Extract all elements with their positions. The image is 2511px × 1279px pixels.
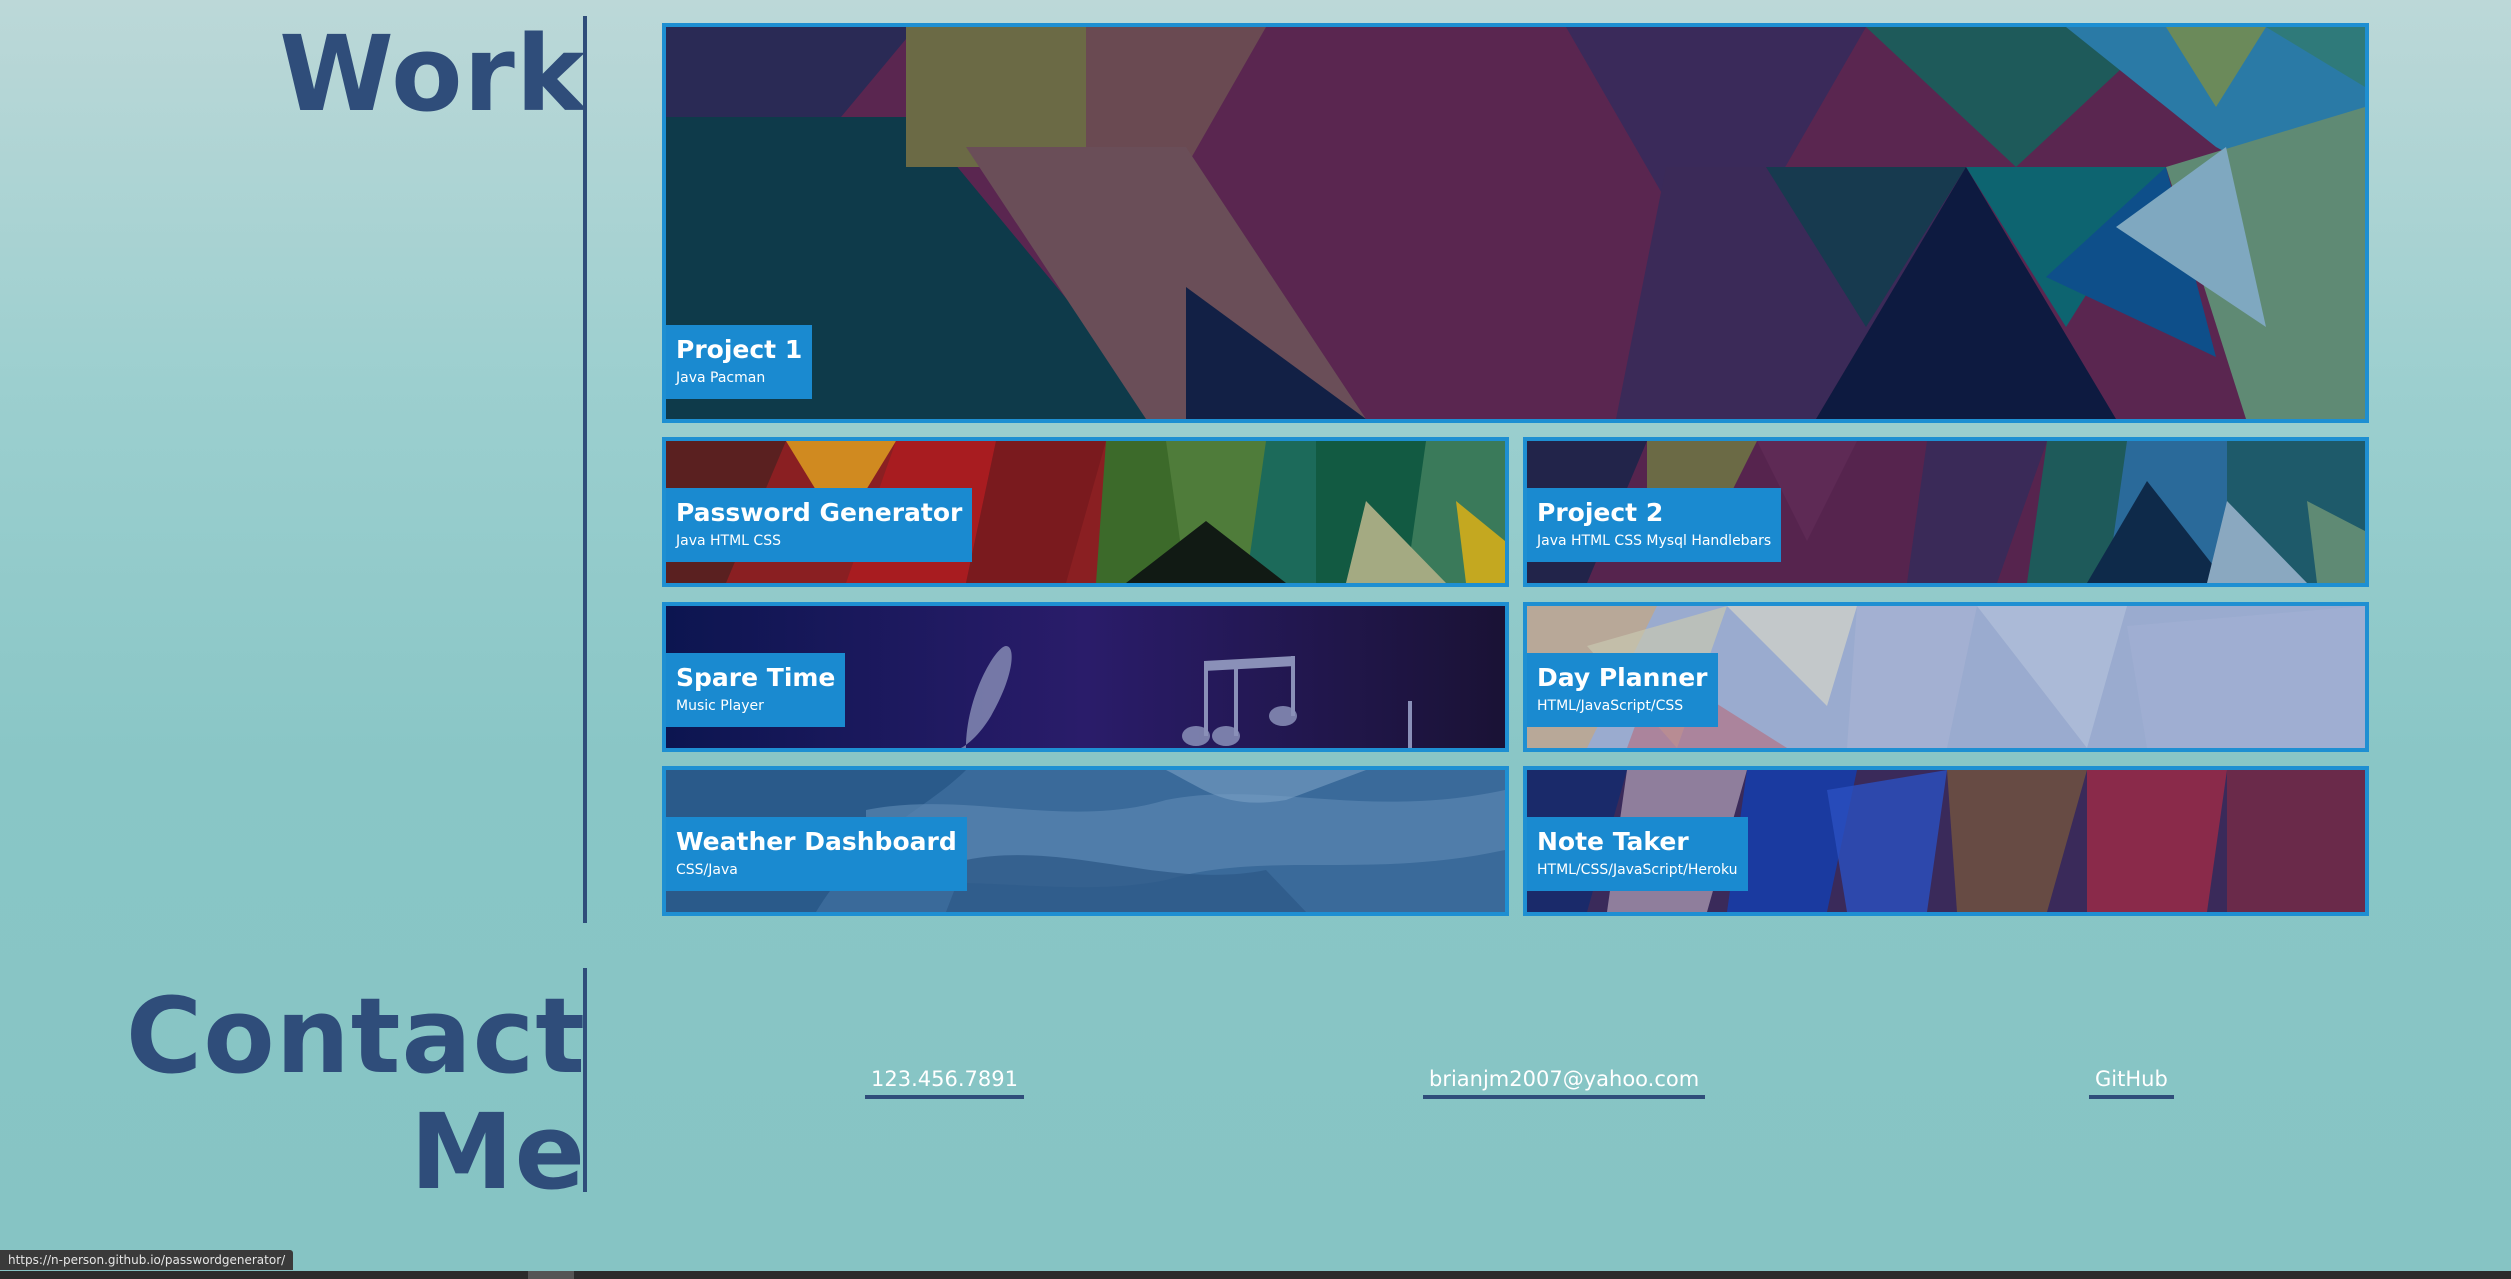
link-status-bar: https://n-person.github.io/passwordgener…: [0, 1250, 294, 1270]
project-tech: Java HTML CSS Mysql Handlebars: [1537, 533, 1772, 549]
password-generator-label: Password Generator Java HTML CSS: [666, 488, 973, 562]
project-card-note-taker[interactable]: Note Taker HTML/CSS/JavaScript/Heroku: [1523, 766, 2369, 916]
contact-divider: [583, 968, 587, 1192]
project-2-label: Project 2 Java HTML CSS Mysql Handlebars: [1527, 488, 1782, 562]
project-card-spare-time[interactable]: Spare Time Music Player: [662, 602, 1509, 752]
project-card-weather-dashboard[interactable]: Weather Dashboard CSS/Java: [662, 766, 1509, 916]
project-card-1[interactable]: Project 1 Java Pacman: [662, 23, 2369, 423]
spare-time-label: Spare Time Music Player: [666, 653, 846, 727]
project-title: Weather Dashboard: [676, 827, 957, 856]
project-card-2[interactable]: Project 2 Java HTML CSS Mysql Handlebars: [1523, 437, 2369, 587]
project-tech: HTML/CSS/JavaScript/Heroku: [1537, 862, 1738, 878]
project-1-label: Project 1 Java Pacman: [666, 325, 813, 399]
project-title: Note Taker: [1537, 827, 1689, 856]
project-tech: Music Player: [676, 698, 764, 714]
horizontal-scrollbar[interactable]: [0, 1271, 2511, 1279]
project-tech: HTML/JavaScript/CSS: [1537, 698, 1684, 714]
project-title: Day Planner: [1537, 663, 1708, 692]
project-title: Project 1: [676, 335, 803, 364]
work-heading: Work: [279, 13, 586, 135]
project-tech: Java HTML CSS: [676, 533, 781, 549]
note-taker-label: Note Taker HTML/CSS/JavaScript/Heroku: [1527, 817, 1748, 891]
github-link[interactable]: GitHub: [2089, 1067, 2174, 1099]
scrollbar-thumb[interactable]: [528, 1271, 574, 1279]
work-divider: [583, 16, 587, 923]
contact-heading-line-2: Me: [409, 1091, 586, 1214]
project-title: Project 2: [1537, 498, 1664, 527]
contact-heading: Contact Me: [126, 978, 586, 1211]
project-title: Password Generator: [676, 498, 963, 527]
day-planner-label: Day Planner HTML/JavaScript/CSS: [1527, 653, 1718, 727]
project-1-thumbnail: [666, 27, 2365, 419]
project-tech: CSS/Java: [676, 862, 738, 878]
contact-heading-line-1: Contact: [125, 975, 586, 1097]
phone-link[interactable]: 123.456.7891: [865, 1067, 1024, 1099]
project-tech: Java Pacman: [676, 370, 766, 386]
project-card-password-generator[interactable]: Password Generator Java HTML CSS: [662, 437, 1509, 587]
email-link[interactable]: brianjm2007@yahoo.com: [1423, 1067, 1706, 1099]
weather-dashboard-label: Weather Dashboard CSS/Java: [666, 817, 967, 891]
project-card-day-planner[interactable]: Day Planner HTML/JavaScript/CSS: [1523, 602, 2369, 752]
project-title: Spare Time: [676, 663, 836, 692]
